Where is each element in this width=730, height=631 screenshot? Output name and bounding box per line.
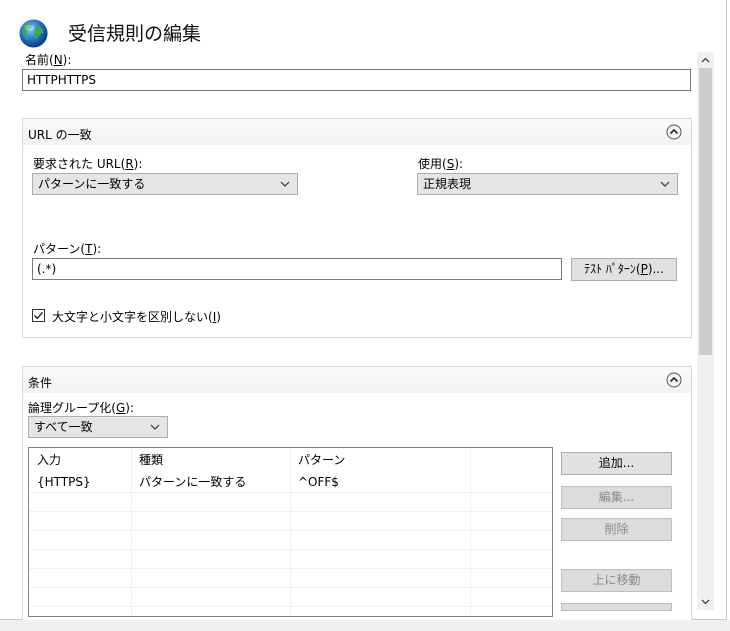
bottom-tab-strip <box>0 620 730 631</box>
cell-input: {HTTPS} <box>37 475 91 489</box>
url-match-header[interactable] <box>23 119 691 145</box>
pattern-input[interactable]: (.*) <box>32 258 562 280</box>
requested-url-value: パターンに一致する <box>38 177 146 191</box>
table-row <box>29 568 552 588</box>
remove-condition-button[interactable]: 削除 <box>561 518 672 541</box>
cell-type: パターンに一致する <box>139 475 247 489</box>
url-match-group <box>22 118 692 338</box>
globe-icon <box>19 18 48 48</box>
collapse-icon[interactable] <box>666 124 682 140</box>
conditions-header[interactable] <box>23 367 691 393</box>
conditions-title: 条件 <box>28 376 53 390</box>
grouping-select[interactable]: すべて一致 <box>28 416 168 438</box>
table-row <box>29 511 552 531</box>
move-down-button[interactable] <box>561 603 672 611</box>
scroll-down-icon[interactable] <box>700 596 711 607</box>
chevron-down-icon <box>280 181 290 187</box>
cell-pattern: ^OFF$ <box>298 475 339 489</box>
using-label: 使用(S): <box>418 157 464 171</box>
table-row[interactable]: {HTTPS} パターンに一致する ^OFF$ <box>29 473 552 493</box>
ignore-case-checkbox[interactable] <box>32 309 45 322</box>
table-row <box>29 549 552 569</box>
chevron-down-icon <box>150 424 160 430</box>
using-select[interactable]: 正規表現 <box>417 173 678 195</box>
column-header-pattern[interactable]: パターン <box>290 451 345 470</box>
name-input[interactable]: HTTPHTTPS <box>22 69 691 91</box>
pattern-label: パターン(T): <box>33 242 102 256</box>
chevron-down-icon <box>660 181 670 187</box>
table-row <box>29 587 552 607</box>
requested-url-select[interactable]: パターンに一致する <box>32 173 298 195</box>
column-header-input[interactable]: 入力 <box>29 451 61 470</box>
using-value: 正規表現 <box>423 177 472 191</box>
conditions-table[interactable]: 入力 種類 パターン {HTTPS} パターンに一致する ^OFF$ <box>28 447 553 617</box>
add-condition-button[interactable]: 追加... <box>561 452 672 475</box>
table-row <box>29 492 552 512</box>
scrollbar-thumb[interactable] <box>699 68 712 355</box>
page-title: 受信規則の編集 <box>68 23 202 45</box>
grouping-label: 論理グループ化(G): <box>28 401 135 415</box>
table-row <box>29 530 552 550</box>
grouping-value: すべて一致 <box>34 420 93 434</box>
edit-condition-button[interactable]: 編集... <box>561 486 672 509</box>
scroll-up-icon[interactable] <box>700 55 711 66</box>
test-pattern-button[interactable]: ﾃｽﾄ ﾊﾟﾀｰﾝ(P)... <box>571 258 677 281</box>
url-match-title: URL の一致 <box>28 128 92 142</box>
vertical-scrollbar[interactable] <box>697 52 714 610</box>
check-icon <box>34 311 44 320</box>
name-label: 名前(N): <box>25 53 72 67</box>
column-header-type[interactable]: 種類 <box>131 451 163 470</box>
collapse-icon[interactable] <box>666 372 682 388</box>
requested-url-label: 要求された URL(R): <box>33 157 143 171</box>
ignore-case-label[interactable]: 大文字と小文字を区別しない(I) <box>52 308 221 325</box>
header: 受信規則の編集 <box>18 16 201 50</box>
move-up-button[interactable]: 上に移動 <box>561 569 672 592</box>
table-header-row: 入力 種類 パターン <box>29 451 552 470</box>
